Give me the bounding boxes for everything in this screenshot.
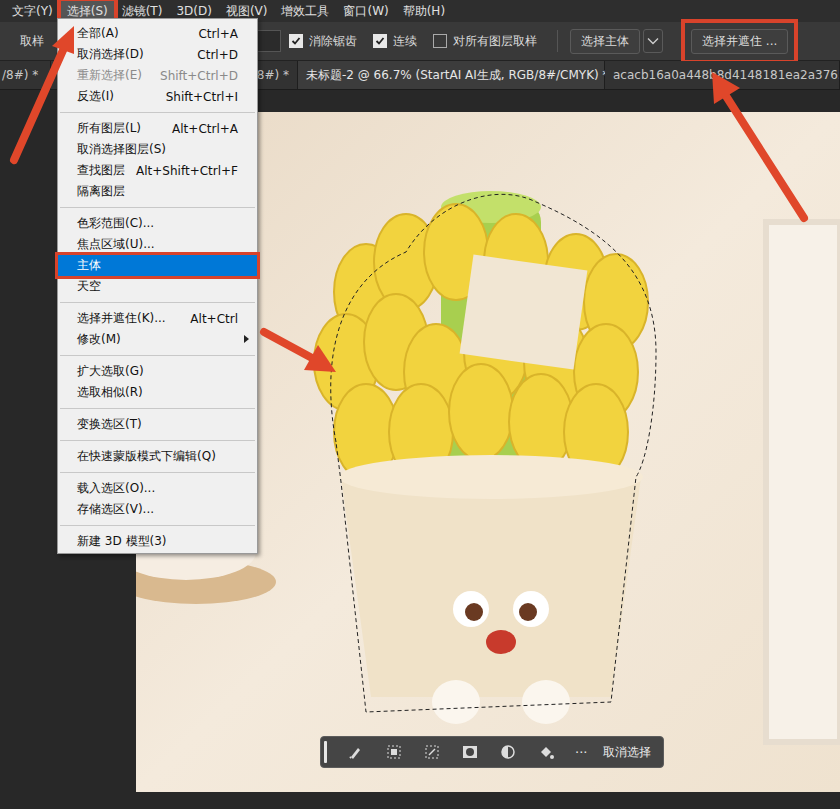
checkbox-box[interactable] xyxy=(289,34,303,48)
deselect-button[interactable]: 取消选择 xyxy=(603,744,651,761)
menu-separator xyxy=(58,202,257,213)
menu-item[interactable]: 全部(A) Ctrl+A xyxy=(58,23,257,44)
menu-bar-item[interactable]: 文字(Y) xyxy=(6,1,59,22)
menu-separator xyxy=(58,297,257,308)
option-checkbox[interactable]: 连续 xyxy=(373,33,417,50)
check-icon xyxy=(291,36,301,46)
select-subject-button[interactable]: 选择主体 xyxy=(570,29,640,54)
menu-item[interactable]: 所有图层(L) Alt+Ctrl+A xyxy=(58,118,257,139)
contextual-task-bar: ··· 取消选择 xyxy=(320,736,664,768)
adjustment-icon[interactable] xyxy=(499,743,517,761)
menu-item[interactable]: 扩大选取(G) xyxy=(58,361,257,382)
menu-item[interactable]: 主体 xyxy=(58,255,257,276)
document-tab[interactable]: /8#) * xyxy=(0,61,51,89)
select-and-mask-button[interactable]: 选择并遮住 ... xyxy=(691,29,788,54)
menu-separator xyxy=(58,350,257,361)
checkbox-box[interactable] xyxy=(433,34,447,48)
menu-bar-item[interactable]: 窗口(W) xyxy=(337,1,394,22)
mask-icon[interactable] xyxy=(461,743,479,761)
menu-item[interactable]: 选取相似(R) xyxy=(58,382,257,403)
grid-icon[interactable] xyxy=(385,743,403,761)
menu-item[interactable]: 天空 xyxy=(58,276,257,297)
divider xyxy=(557,30,558,52)
arrow-icon xyxy=(14,26,74,160)
menu-item[interactable]: 修改(M) xyxy=(58,329,257,350)
menu-item[interactable]: 反选(I) Shift+Ctrl+I xyxy=(58,86,257,107)
menu-separator xyxy=(58,403,257,414)
more-button[interactable]: ··· xyxy=(575,745,587,760)
arrow-icon xyxy=(712,72,804,218)
menu-item[interactable]: 载入选区(O)... xyxy=(58,478,257,499)
menu-item[interactable]: 色彩范围(C)... xyxy=(58,213,257,234)
check-icon xyxy=(375,36,385,46)
checkbox-box[interactable] xyxy=(373,34,387,48)
menu-item[interactable]: 焦点区域(U)... xyxy=(58,234,257,255)
menu-separator xyxy=(58,467,257,478)
menu-item[interactable]: 存储选区(V)... xyxy=(58,499,257,520)
chevron-down-icon xyxy=(647,37,659,45)
select-subject-dropdown[interactable] xyxy=(643,29,663,53)
menu-bar-item[interactable]: 帮助(H) xyxy=(397,1,451,22)
annotation-box: 选择并遮住 ... xyxy=(691,29,788,54)
menu-separator xyxy=(58,107,257,118)
fill-icon[interactable] xyxy=(537,743,555,761)
menu-separator xyxy=(58,520,257,531)
document-tab[interactable]: 未标题-2 @ 66.7% (StartAI AI生成, RGB/8#/CMYK… xyxy=(298,61,605,89)
menu-item[interactable]: 隔离图层 xyxy=(58,181,257,202)
menu-item[interactable]: 查找图层 Alt+Shift+Ctrl+F xyxy=(58,160,257,181)
transform-icon[interactable] xyxy=(423,743,441,761)
menu-item[interactable]: 重新选择(E) Shift+Ctrl+D xyxy=(58,65,257,86)
annotation-arrows xyxy=(0,0,840,809)
menu-separator xyxy=(58,435,257,446)
document-tab[interactable]: acacb16a0a448b8d4148181ea2a37650.p xyxy=(605,61,840,89)
menu-item[interactable]: 取消选择图层(S) xyxy=(58,139,257,160)
option-checkbox[interactable]: 对所有图层取样 xyxy=(433,33,537,50)
menu-item[interactable]: 选择并遮住(K)... Alt+Ctrl xyxy=(58,308,257,329)
menu-item[interactable]: 新建 3D 模型(3) xyxy=(58,531,257,552)
arrow-icon xyxy=(264,332,336,372)
menu-bar-item[interactable]: 增效工具 xyxy=(275,1,335,22)
drag-handle[interactable] xyxy=(324,741,327,763)
menu-item[interactable]: 取消选择(D) Ctrl+D xyxy=(58,44,257,65)
menu-item[interactable]: 变换选区(T) xyxy=(58,414,257,435)
submenu-arrow-icon xyxy=(244,335,249,343)
menu-item[interactable]: 在快速蒙版模式下编辑(Q) xyxy=(58,446,257,467)
option-checkbox[interactable]: 消除锯齿 xyxy=(289,33,357,50)
select-menu: 全部(A) Ctrl+A 取消选择(D) Ctrl+D 重新选择(E) Shif… xyxy=(57,18,258,554)
brush-icon[interactable] xyxy=(347,743,365,761)
tolerance-field[interactable] xyxy=(255,30,281,52)
photoshop-window: 文字(Y)选择(S)滤镜(T)3D(D)视图(V)增效工具窗口(W)帮助(H) … xyxy=(0,0,840,809)
